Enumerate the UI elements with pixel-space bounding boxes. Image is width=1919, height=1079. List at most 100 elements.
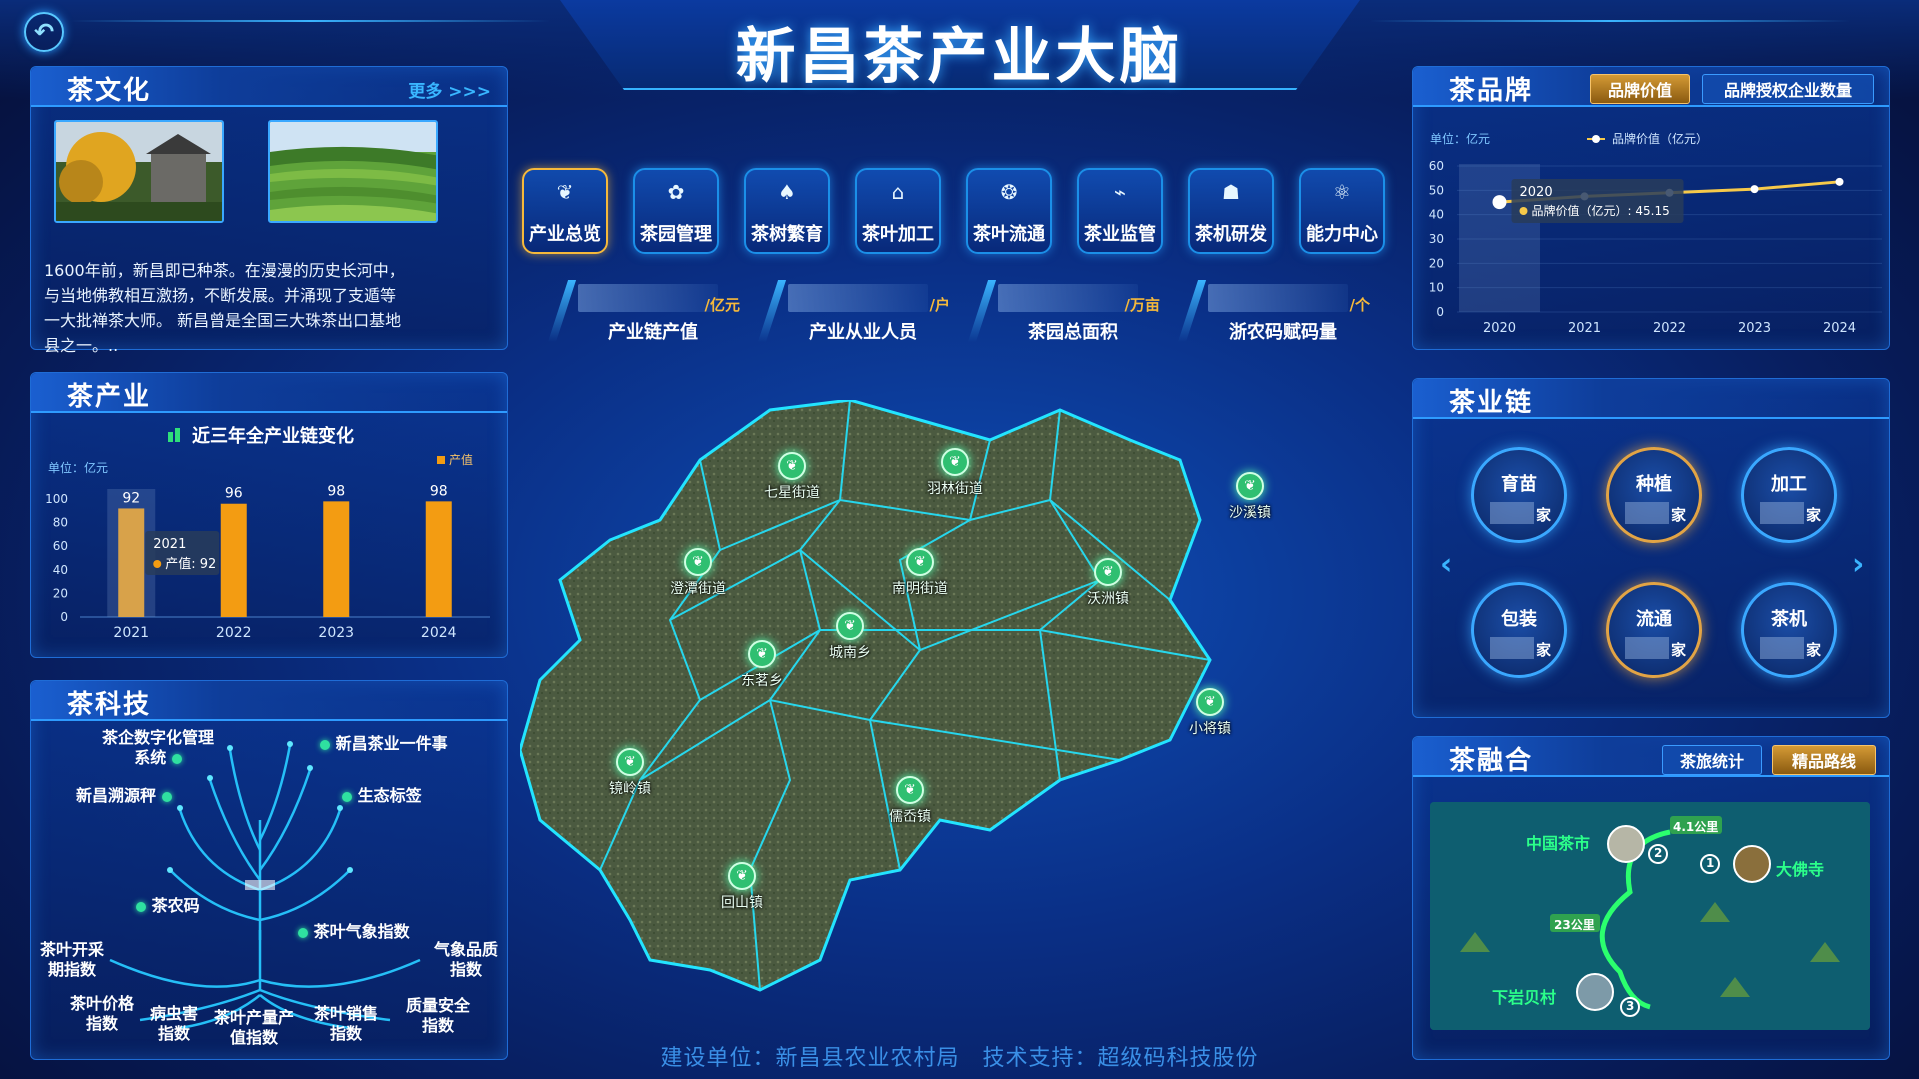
- county-map[interactable]: ❦ 七星街道 ❦ 羽林街道 ❦ 沙溪镇 ❦ 澄潭街道 ❦ 南明街道 ❦ 沃洲镇 ❦ 东茗乡 ❦ 城南乡 ❦ 小将镇…: [518, 398, 1400, 1000]
- tech-digital-label: 茶企数字化管理系统: [101, 728, 214, 767]
- town-marker[interactable]: ❦ 镜岭镇: [580, 748, 680, 798]
- brand-ytick: 10: [1429, 281, 1444, 295]
- town-marker[interactable]: ❦ 七星街道: [742, 452, 842, 502]
- tech-pick[interactable]: 茶叶开采期指数: [34, 940, 110, 980]
- town-name: 沙溪镇: [1229, 505, 1271, 521]
- chain-label: 种植: [1636, 474, 1672, 495]
- fusion-tab-route[interactable]: 精品路线: [1772, 745, 1876, 775]
- route-num-2: 2: [1654, 846, 1663, 860]
- brand-tooltip-text: 品牌价值（亿元）: 45.15: [1532, 203, 1670, 218]
- node-dot: [136, 901, 146, 912]
- chevron-right-icon[interactable]: ›: [1852, 547, 1864, 582]
- stat-产业从业人员: /户 产业从业人员: [757, 280, 958, 343]
- route-distance-2: 23公里: [1554, 918, 1595, 932]
- town-marker[interactable]: ❦ 澄潭街道: [648, 548, 748, 598]
- nav-label: 产业总览: [529, 224, 601, 245]
- nav-茶机研发[interactable]: ☗ 茶机研发: [1188, 168, 1274, 254]
- industry-legend: 产值: [449, 452, 473, 467]
- chain-label: 流通: [1636, 609, 1672, 630]
- tech-quality-weather[interactable]: 气象品质指数: [428, 940, 504, 980]
- garden-icon: ✿: [667, 180, 685, 204]
- tech-one-thing[interactable]: 新昌茶业一件事: [320, 734, 448, 754]
- chain-count: [1625, 637, 1669, 659]
- tech-digital[interactable]: 茶企数字化管理系统: [98, 728, 218, 768]
- circulation-icon: ❂: [1000, 180, 1018, 204]
- chain-育苗[interactable]: 育苗家: [1471, 447, 1567, 543]
- nav-茶树繁育[interactable]: ♠ 茶树繁育: [744, 168, 830, 254]
- tech-weather[interactable]: 茶叶气象指数: [298, 922, 410, 942]
- chain-unit: 家: [1671, 506, 1687, 524]
- town-marker[interactable]: ❦ 小将镇: [1160, 688, 1260, 738]
- tech-eco[interactable]: 生态标签: [342, 786, 422, 806]
- more-link[interactable]: 更多 >>>: [408, 77, 491, 102]
- tech-price[interactable]: 茶叶价格指数: [64, 994, 140, 1034]
- town-name: 城南乡: [829, 645, 871, 661]
- route-map[interactable]: 中国茶市 大佛寺 下岩贝村 4.1公里 23公里 2 1 3: [1430, 802, 1870, 1030]
- nav-茶叶流通[interactable]: ❂ 茶叶流通: [966, 168, 1052, 254]
- town-marker[interactable]: ❦ 回山镇: [692, 862, 792, 912]
- brand-tab-value[interactable]: 品牌价值: [1590, 74, 1690, 104]
- town-marker[interactable]: ❦ 羽林街道: [905, 448, 1005, 498]
- industry-ytick: 20: [53, 586, 68, 600]
- town-marker[interactable]: ❦ 东茗乡: [712, 640, 812, 690]
- nav-茶园管理[interactable]: ✿ 茶园管理: [633, 168, 719, 254]
- tech-code[interactable]: 茶农码: [136, 896, 200, 916]
- route-num-1: 1: [1706, 856, 1715, 870]
- tech-pest[interactable]: 病虫害指数: [146, 1004, 202, 1044]
- brand-tab-licensed[interactable]: 品牌授权企业数量: [1702, 74, 1874, 104]
- nav-产业总览[interactable]: ❦ 产业总览: [522, 168, 608, 254]
- brand-point: [1835, 177, 1844, 186]
- chain-种植[interactable]: 种植家: [1606, 447, 1702, 543]
- chevron-left-icon[interactable]: ‹: [1440, 547, 1452, 582]
- brand-ytick: 20: [1429, 256, 1444, 270]
- brand-title: 茶品牌: [1449, 76, 1534, 106]
- tech-sales[interactable]: 茶叶销售指数: [308, 1004, 384, 1044]
- header-line-right: [1370, 20, 1850, 22]
- brand-legend: 品牌价值（亿元）: [1612, 131, 1708, 146]
- stat-unit: /亿元: [704, 296, 740, 314]
- fusion-tab-stats[interactable]: 茶旅统计: [1662, 745, 1762, 775]
- stat-label: 茶园总面积: [1028, 322, 1118, 343]
- tea-garden-photo: [268, 120, 438, 223]
- brand-line-chart: 单位：亿元 品牌价值（亿元） 0 10 20 30 40 50 60 2020 2021 2022…: [1429, 131, 1882, 336]
- stat-浙农码赋码量: /个 浙农码赋码量: [1177, 280, 1378, 343]
- brand-chart: 单位：亿元 品牌价值（亿元） 0 10 20 30 40 50 60 2020 2021 2022…: [1412, 124, 1890, 350]
- town-marker[interactable]: ❦ 沃洲镇: [1058, 558, 1158, 608]
- node-dot: [342, 791, 352, 802]
- town-marker[interactable]: ❦ 南明街道: [870, 548, 970, 598]
- culture-title-bar: 茶文化 更多 >>>: [31, 67, 507, 107]
- chain-count: [1490, 637, 1534, 659]
- industry-bar: [425, 501, 452, 617]
- chain-流通[interactable]: 流通家: [1606, 582, 1702, 678]
- tech-trace-label: 新昌溯源秤: [76, 786, 157, 805]
- nav-茶业监管[interactable]: ⌁ 茶业监管: [1077, 168, 1163, 254]
- brand-unit: 单位：亿元: [1430, 131, 1490, 146]
- chain-count: [1760, 502, 1804, 524]
- town-marker[interactable]: ❦ 沙溪镇: [1200, 472, 1300, 522]
- tech-trace[interactable]: 新昌溯源秤: [76, 786, 172, 806]
- industry-legend-swatch: [437, 456, 445, 464]
- chain-label: 茶机: [1771, 609, 1807, 630]
- culture-description: 1600年前，新昌即已种茶。在漫漫的历史长河中，与当地佛教相互激扬，不断发展。并…: [44, 261, 405, 355]
- leaf-pin-icon: ❦: [616, 748, 644, 776]
- chain-label: 育苗: [1501, 474, 1537, 495]
- nav-label: 茶园管理: [640, 224, 712, 245]
- town-marker[interactable]: ❦ 城南乡: [800, 612, 900, 662]
- fusion-title: 茶融合: [1449, 746, 1534, 776]
- nav-能力中心[interactable]: ⚛ 能力中心: [1299, 168, 1385, 254]
- chain-加工[interactable]: 加工家: [1741, 447, 1837, 543]
- brand-xtick: 2020: [1483, 321, 1516, 336]
- tech-safety[interactable]: 质量安全指数: [400, 996, 476, 1036]
- back-arrow-icon[interactable]: ↶: [24, 12, 64, 52]
- brand-point: [1750, 185, 1759, 194]
- brand-tooltip-year: 2020: [1520, 185, 1553, 200]
- stat-茶园总面积: /万亩 茶园总面积: [967, 280, 1168, 343]
- chain-包装[interactable]: 包装家: [1471, 582, 1567, 678]
- chain-unit: 家: [1806, 506, 1822, 524]
- town-marker[interactable]: ❦ 儒岙镇: [860, 776, 960, 826]
- tea-temple-photo: [54, 120, 224, 223]
- nav-茶叶加工[interactable]: ⌂ 茶叶加工: [855, 168, 941, 254]
- industry-xtick: 2022: [216, 625, 252, 641]
- town-name: 南明街道: [892, 581, 948, 597]
- chain-茶机[interactable]: 茶机家: [1741, 582, 1837, 678]
